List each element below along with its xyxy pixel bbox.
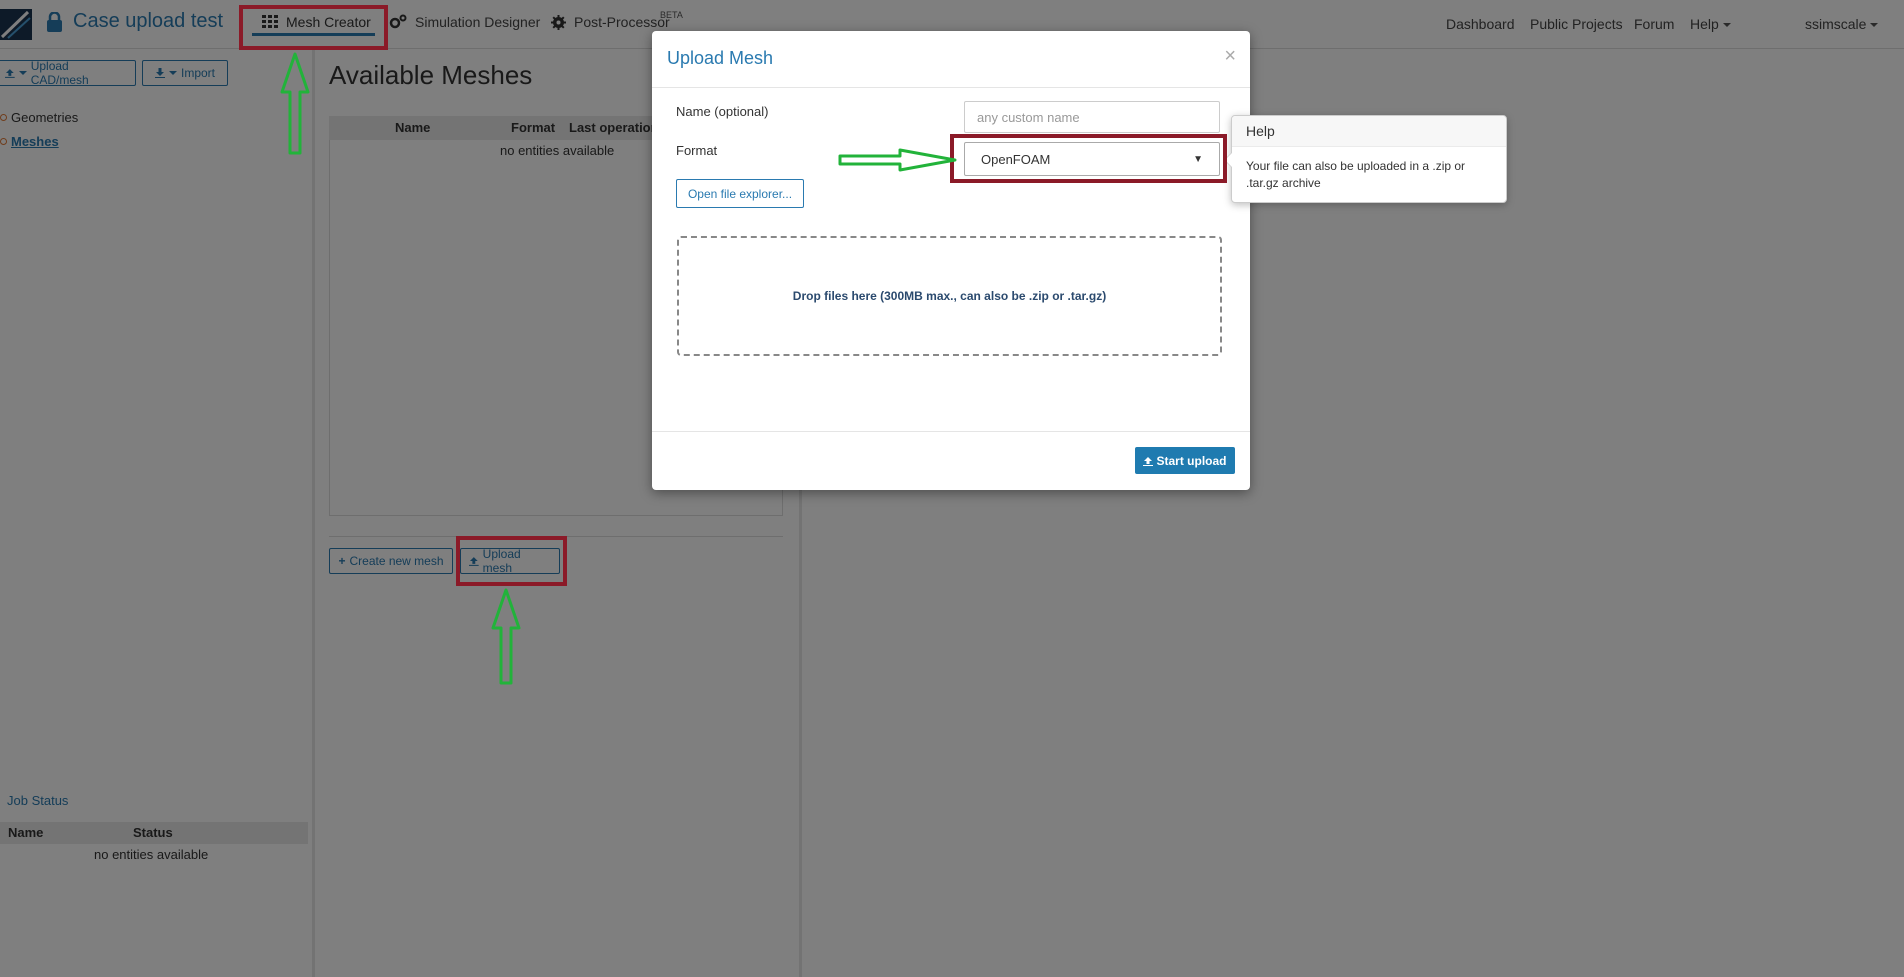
popover-title: Help: [1246, 123, 1275, 139]
mesh-name-input[interactable]: [964, 101, 1220, 133]
arrow-up-icon: [491, 588, 521, 685]
upload-mesh-modal: Upload Mesh × Name (optional) Format Ope…: [652, 31, 1250, 490]
modal-title: Upload Mesh: [667, 48, 774, 68]
arrow-up-icon: [280, 52, 310, 155]
close-icon[interactable]: ×: [1224, 45, 1236, 68]
upload-icon: [1143, 456, 1154, 466]
name-label: Name (optional): [676, 104, 769, 119]
highlight-box-format-select: [950, 134, 1227, 183]
start-upload-button[interactable]: Start upload: [1135, 447, 1235, 474]
modal-header-divider: [652, 87, 1250, 88]
highlight-box-mesh-creator: [239, 5, 388, 50]
modal-footer-divider: [652, 431, 1250, 432]
file-drop-zone[interactable]: Drop files here (300MB max., can also be…: [677, 236, 1222, 356]
popover-header: Help: [1232, 116, 1506, 147]
popover-body: Your file can also be uploaded in a .zip…: [1246, 159, 1466, 190]
help-popover: Help Your file can also be uploaded in a…: [1224, 115, 1507, 203]
highlight-box-upload-mesh: [456, 536, 567, 586]
open-file-explorer-button[interactable]: Open file explorer...: [676, 179, 804, 208]
format-label: Format: [676, 143, 718, 158]
arrow-right-icon: [838, 148, 957, 172]
